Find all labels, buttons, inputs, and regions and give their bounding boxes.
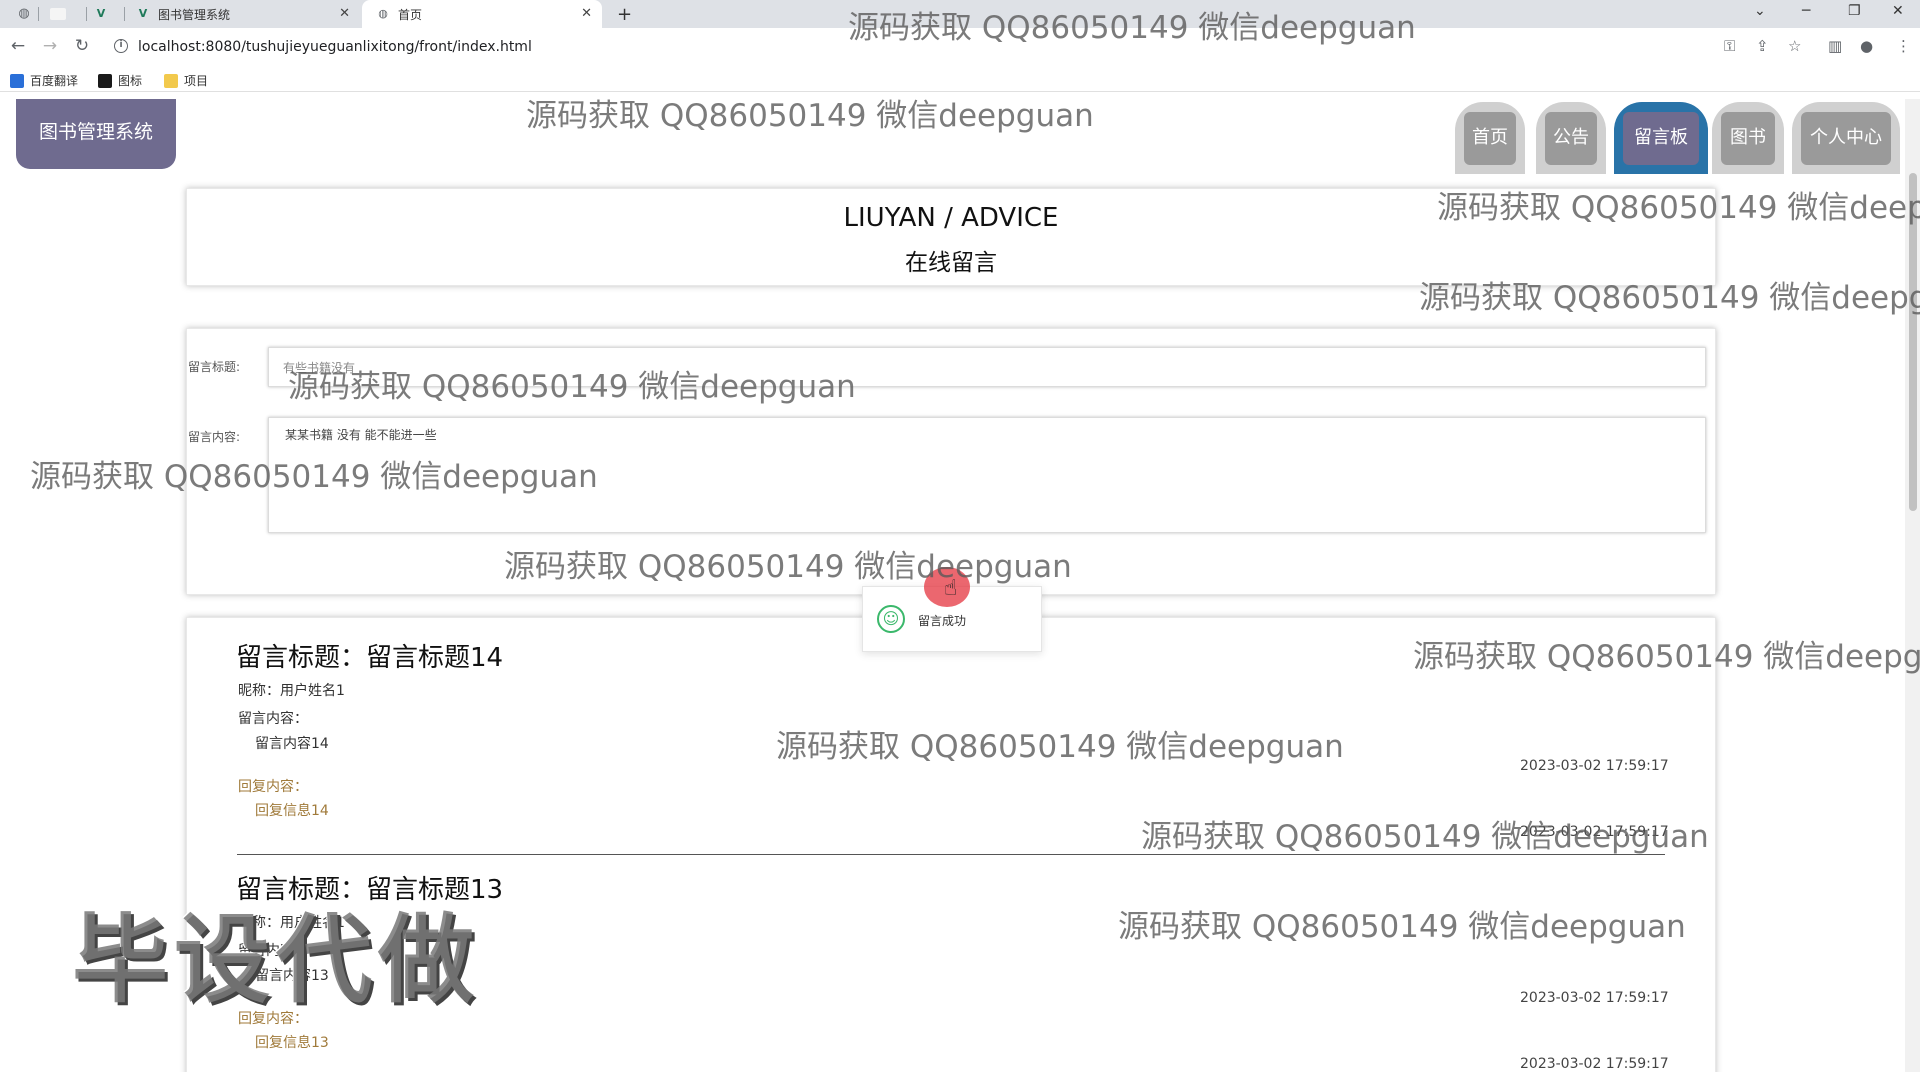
vue-logo-icon: V — [138, 7, 148, 20]
tab-home[interactable]: ◍ 首页 ✕ — [362, 0, 602, 28]
content-textarea[interactable]: 某某书籍 没有 能不能进一些 — [268, 417, 1706, 533]
bookmarks-bar: 百度翻译 图标 项目 — [0, 68, 1920, 92]
scrollbar-thumb[interactable] — [1909, 173, 1917, 511]
bookmark-icons[interactable]: 图标 — [98, 72, 142, 89]
bookmark-favicon-icon — [98, 73, 112, 88]
hand-cursor-icon: ☝ — [944, 576, 958, 601]
bookmark-baidu-translate[interactable]: 百度翻译 — [10, 72, 78, 89]
menu-icon[interactable]: ⋮ — [1896, 37, 1911, 55]
vue-logo-icon: V — [96, 7, 106, 20]
star-icon[interactable]: ☆ — [1788, 37, 1801, 55]
reply-content: 回复信息13 — [255, 1035, 329, 1051]
minimize-icon[interactable]: ─ — [1802, 3, 1810, 19]
reply-content: 回复信息14 — [255, 803, 329, 819]
new-tab-button[interactable]: + — [617, 0, 632, 28]
title-input[interactable]: 有些书籍没有 — [268, 347, 1706, 387]
toast-message: 留言成功 — [918, 614, 967, 628]
reply-label: 回复内容： — [238, 779, 308, 795]
tab-blank[interactable] — [50, 0, 76, 28]
close-tab-icon[interactable]: ✕ — [339, 6, 350, 21]
profile-icon[interactable]: ● — [1860, 37, 1873, 55]
nav-message-board[interactable]: 留言板 — [1614, 102, 1708, 174]
message-content-label: 留言内容： — [238, 711, 308, 727]
address-bar[interactable]: i localhost:8080/tushujieyueguanlixitong… — [108, 32, 1804, 62]
message-nickname: 昵称：用户姓名1 — [238, 683, 345, 699]
tab-title: 图书管理系统 — [158, 7, 231, 22]
reload-icon[interactable]: ↻ — [72, 36, 92, 56]
section-title-cn: 在线留言 — [905, 250, 997, 276]
section-header: LIUYAN / ADVICE 在线留言 — [186, 188, 1716, 286]
page-scrollbar[interactable] — [1905, 99, 1920, 1072]
globe-icon[interactable]: ◍ — [14, 4, 34, 24]
message-content: 留言内容14 — [255, 736, 329, 752]
blank-page-icon — [50, 8, 66, 20]
nav-books[interactable]: 图书 — [1712, 102, 1784, 174]
reply-time: 2023-03-02 17:59:17 — [1520, 824, 1669, 840]
reply-time: 2023-03-02 17:59:17 — [1520, 1056, 1669, 1072]
folder-icon — [164, 73, 178, 88]
tab-title: 首页 — [398, 7, 423, 22]
browser-toolbar: ← → ↻ i localhost:8080/tushujieyueguanli… — [0, 28, 1920, 68]
share-icon[interactable]: ⇪ — [1756, 37, 1769, 55]
smile-icon: ☺ — [877, 605, 905, 633]
title-label: 留言标题: — [188, 360, 241, 374]
forward-icon[interactable]: → — [40, 36, 60, 56]
message-title: 留言标题：留言标题14 — [236, 643, 504, 673]
message-divider — [237, 854, 1665, 855]
tab-vue[interactable]: V — [94, 0, 120, 28]
restore-icon[interactable]: ❐ — [1848, 3, 1861, 19]
sidepanel-icon[interactable]: ▥ — [1828, 37, 1842, 55]
url-text[interactable]: localhost:8080/tushujieyueguanlixitong/f… — [138, 39, 532, 55]
watermark-stamp: 毕设代做 — [72, 904, 480, 1016]
globe-icon: ◍ — [378, 7, 388, 20]
close-tab-icon[interactable]: ✕ — [581, 6, 592, 21]
message-time: 2023-03-02 17:59:17 — [1520, 990, 1669, 1006]
translate-icon — [10, 73, 24, 88]
chevron-down-icon[interactable]: ⌄ — [1754, 3, 1766, 19]
nav-notice[interactable]: 公告 — [1536, 102, 1606, 174]
nav-home[interactable]: 首页 — [1455, 102, 1525, 174]
close-window-icon[interactable]: ✕ — [1892, 3, 1904, 19]
content-label: 留言内容: — [188, 430, 241, 444]
site-logo[interactable]: 图书管理系统 — [16, 99, 176, 169]
bookmark-folder-projects[interactable]: 项目 — [164, 72, 208, 89]
nav-personal-center[interactable]: 个人中心 — [1792, 102, 1900, 174]
back-icon[interactable]: ← — [8, 36, 28, 56]
info-icon[interactable]: i — [114, 39, 128, 53]
browser-tab-bar: ◍ V V 图书管理系统 ✕ ◍ 首页 ✕ + ⌄ ─ ❐ ✕ — [0, 0, 1920, 28]
key-icon[interactable]: ⚿ — [1724, 37, 1735, 55]
message-time: 2023-03-02 17:59:17 — [1520, 758, 1669, 774]
section-title-en: LIUYAN / ADVICE — [843, 203, 1059, 233]
tab-library-system[interactable]: V 图书管理系统 ✕ — [130, 0, 360, 28]
